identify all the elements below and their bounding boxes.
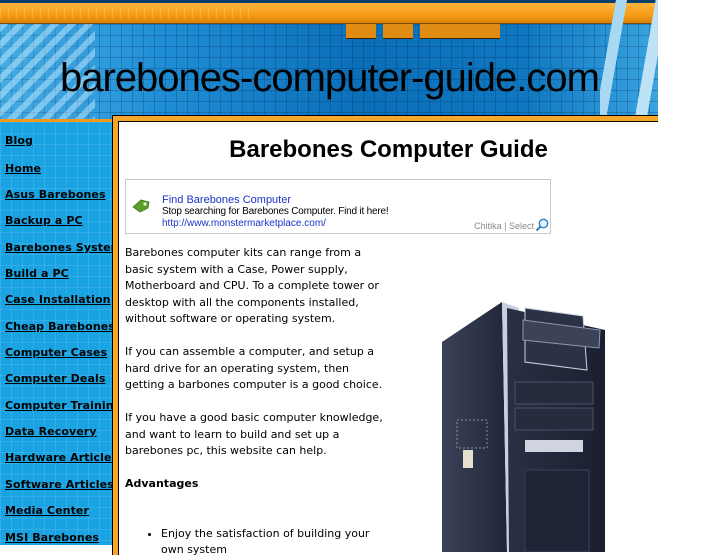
sidebar-nav: Blog Home Asus Barebones Backup a PC Bar… <box>0 122 122 545</box>
sidebar-item-media-center[interactable]: Media Center <box>5 504 89 517</box>
frame-orange-border: Barebones Computer Guide Find Barebones … <box>113 116 658 556</box>
frame-inner-border: Barebones Computer Guide Find Barebones … <box>118 121 658 556</box>
sidebar-item-asus-barebones[interactable]: Asus Barebones <box>5 188 106 201</box>
article-body: Barebones computer kits can range from a… <box>125 245 385 559</box>
site-header-banner: barebones-computer-guide.com <box>0 0 658 122</box>
article-paragraph: If you can assemble a computer, and setu… <box>125 345 383 391</box>
sidebar-item-msi-barebones[interactable]: MSI Barebones <box>5 531 99 544</box>
sidebar-item-blog[interactable]: Blog <box>5 134 33 147</box>
sidebar-item-hardware-articles[interactable]: Hardware Articles <box>5 451 118 464</box>
monitor-graphic <box>600 0 658 122</box>
header-orange-band <box>0 3 658 24</box>
ad-description: Stop searching for Barebones Computer. F… <box>162 206 389 217</box>
pc-tower-image <box>442 302 605 552</box>
header-tab-decoration <box>346 24 376 39</box>
sidebar-item-barebones-system[interactable]: Barebones System <box>5 241 122 254</box>
header-orange-pattern <box>0 7 250 18</box>
sidebar-item-cheap-barebones[interactable]: Cheap Barebones <box>5 320 115 333</box>
ad-url-link[interactable]: http://www.monstermarketplace.com/ <box>162 218 326 229</box>
main-content-frame: Barebones Computer Guide Find Barebones … <box>112 115 658 556</box>
article-paragraph: Barebones computer kits can range from a… <box>125 246 379 325</box>
ad-title-link[interactable]: Find Barebones Computer <box>162 194 291 206</box>
sponsored-ad-box[interactable]: Find Barebones Computer Stop searching f… <box>125 179 551 234</box>
sidebar-item-backup-a-pc[interactable]: Backup a PC <box>5 214 83 227</box>
advantages-heading: Advantages <box>125 477 199 490</box>
sidebar-item-computer-deals[interactable]: Computer Deals <box>5 372 106 385</box>
sidebar-item-computer-cases[interactable]: Computer Cases <box>5 346 107 359</box>
main-content: Barebones Computer Guide Find Barebones … <box>119 122 658 556</box>
magnifier-icon[interactable] <box>535 218 549 232</box>
sidebar-item-computer-training[interactable]: Computer Training <box>5 399 122 412</box>
advantages-list: Enjoy the satisfaction of building your … <box>125 526 385 559</box>
page-title: Barebones Computer Guide <box>229 136 548 163</box>
sidebar-item-case-installation[interactable]: Case Installation <box>5 293 111 306</box>
advantage-item: Enjoy the satisfaction of building your … <box>161 526 385 559</box>
green-tag-icon <box>132 199 150 213</box>
sidebar-item-home[interactable]: Home <box>5 162 41 175</box>
article-paragraph: If you have a good basic computer knowle… <box>125 411 383 457</box>
ad-brand-label[interactable]: Chitika | Select <box>474 221 534 231</box>
site-title: barebones-computer-guide.com <box>60 56 600 100</box>
header-tab-decoration <box>383 24 413 39</box>
sidebar-item-build-a-pc[interactable]: Build a PC <box>5 267 69 280</box>
sidebar-item-data-recovery[interactable]: Data Recovery <box>5 425 97 438</box>
sidebar-item-software-articles[interactable]: Software Articles <box>5 478 114 491</box>
header-tab-decoration <box>420 24 500 39</box>
